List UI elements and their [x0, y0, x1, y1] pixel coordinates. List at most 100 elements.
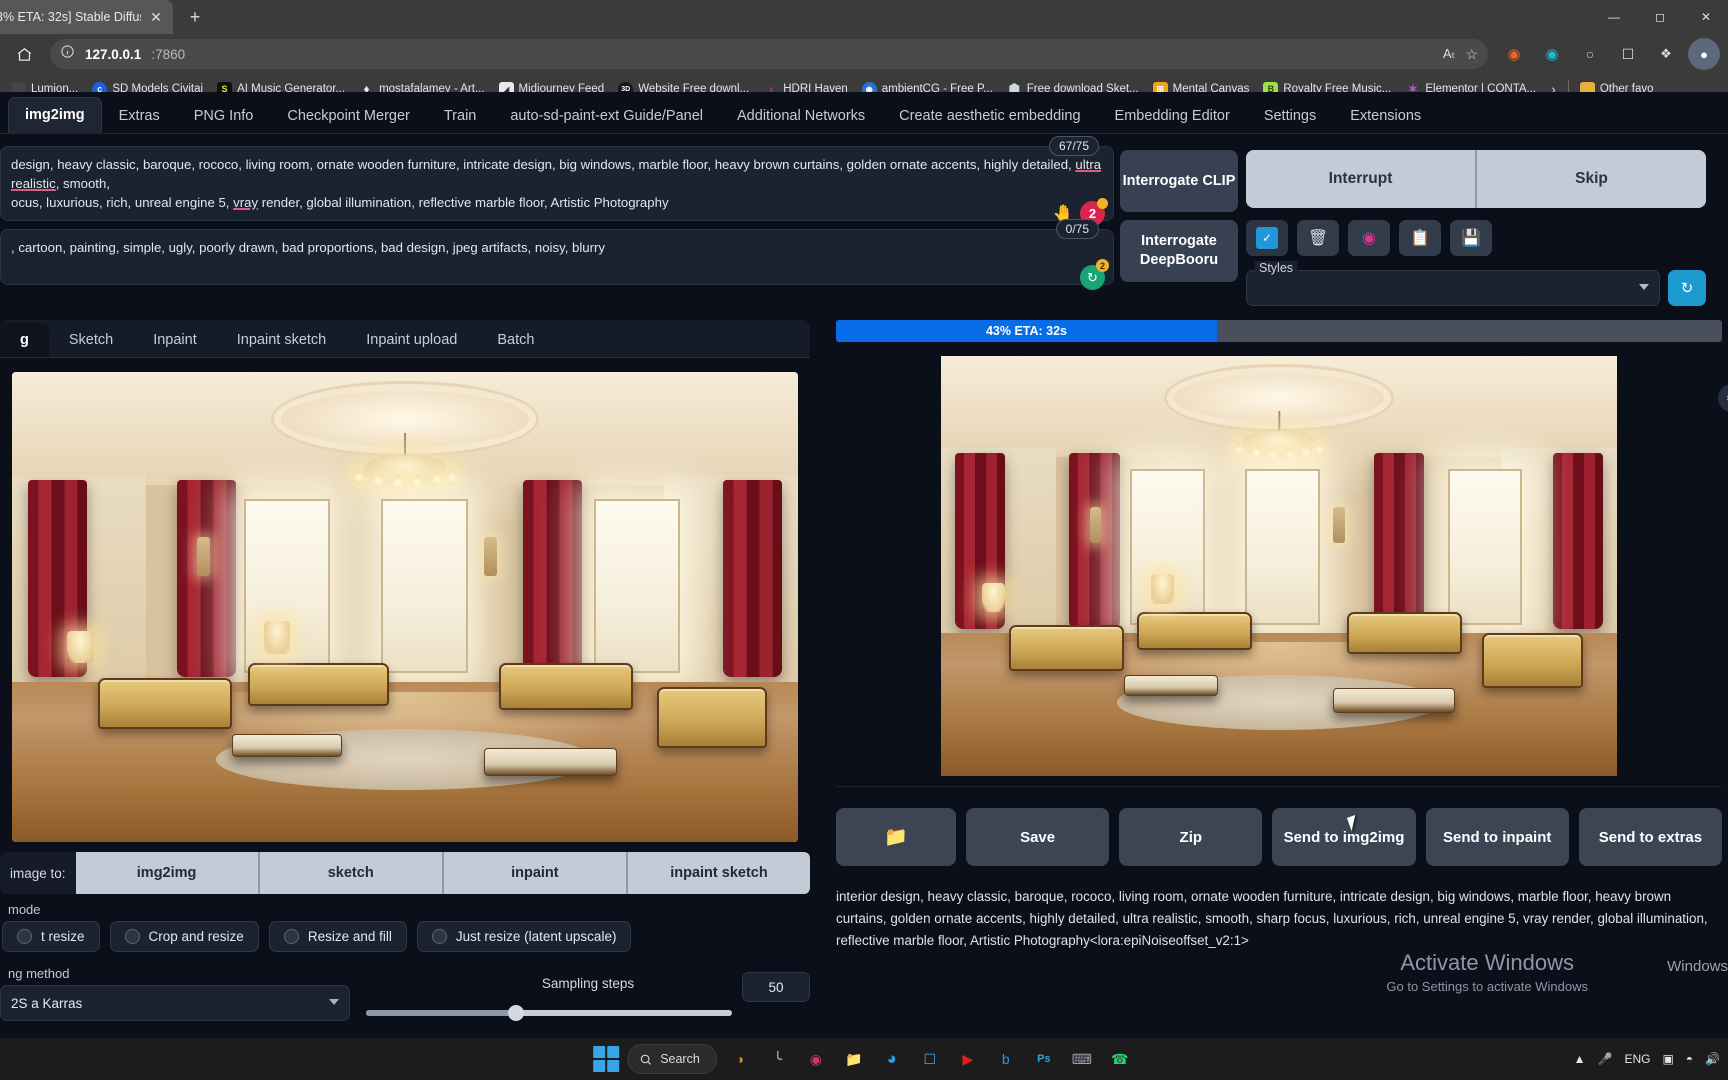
- negative-prompt-box[interactable]: , cartoon, painting, simple, ugly, poorl…: [0, 219, 1114, 290]
- negative-prompt-text[interactable]: , cartoon, painting, simple, ugly, poorl…: [11, 238, 1103, 257]
- subtab-inpaint-upload[interactable]: Inpaint upload: [346, 323, 477, 357]
- info-circle-icon[interactable]: [60, 44, 75, 64]
- extension-teal-icon[interactable]: ◉: [1536, 38, 1568, 70]
- subtab-img2img[interactable]: g: [0, 323, 49, 357]
- file-explorer-icon[interactable]: 📁: [839, 1044, 869, 1074]
- sampling-method-column: ng method 2S a Karras: [0, 958, 350, 1021]
- star-plus-icon[interactable]: ☆: [1465, 46, 1478, 63]
- tab-embedding-editor[interactable]: Embedding Editor: [1098, 98, 1247, 133]
- extension-ring-icon[interactable]: ○: [1574, 38, 1606, 70]
- tab-auto-sd-paint-ext[interactable]: auto-sd-paint-ext Guide/Panel: [493, 98, 720, 133]
- clipboard-icon[interactable]: 📋: [1399, 220, 1441, 256]
- skip-button[interactable]: Skip: [1475, 150, 1706, 208]
- subtab-sketch[interactable]: Sketch: [49, 323, 133, 357]
- send-to-extras-result-button[interactable]: Send to extras: [1578, 808, 1723, 866]
- windows-start-icon[interactable]: [593, 1046, 620, 1072]
- tab-img2img[interactable]: img2img: [8, 97, 102, 133]
- tab-extras[interactable]: Extras: [102, 98, 177, 133]
- network-icon[interactable]: ◓: [1686, 1052, 1693, 1066]
- radio-just-resize-latent[interactable]: Just resize (latent upscale): [416, 921, 632, 952]
- bing-copilot-icon[interactable]: b: [991, 1044, 1021, 1074]
- minimize-window-button[interactable]: —: [1592, 0, 1636, 34]
- refresh-icon[interactable]: ↻: [1668, 270, 1706, 306]
- photoshop-icon[interactable]: Ps: [1029, 1044, 1059, 1074]
- gallery-divider: [836, 786, 1722, 800]
- whatsapp-icon[interactable]: ☎: [1105, 1044, 1135, 1074]
- slider-handle[interactable]: [508, 1005, 525, 1021]
- paint-brush-icon[interactable]: ✓: [1246, 220, 1288, 256]
- sampling-steps-label: Sampling steps: [541, 976, 635, 991]
- recycle-icon[interactable]: ↻: [1080, 259, 1109, 290]
- obs-icon[interactable]: ◉: [801, 1044, 831, 1074]
- search-icon: [640, 1054, 651, 1065]
- save-button[interactable]: Save: [966, 808, 1110, 866]
- edge-icon[interactable]: ◕: [877, 1044, 907, 1074]
- close-icon[interactable]: ✕: [147, 8, 165, 26]
- volume-icon[interactable]: 🔊: [1705, 1052, 1720, 1066]
- send-to-sketch-button[interactable]: sketch: [259, 852, 444, 894]
- interrupt-button[interactable]: Interrupt: [1246, 150, 1475, 208]
- sampling-steps-slider[interactable]: [366, 1005, 810, 1021]
- lumion-taskbar-icon[interactable]: ◑: [725, 1044, 755, 1074]
- tab-create-aesthetic-embedding[interactable]: Create aesthetic embedding: [882, 98, 1097, 133]
- url-port: :7860: [151, 46, 186, 62]
- remove-image-icon[interactable]: ✕: [771, 380, 790, 399]
- chevron-up-icon[interactable]: ▲: [1574, 1052, 1586, 1066]
- new-tab-button[interactable]: +: [181, 3, 209, 31]
- radio-dot-icon: [17, 929, 32, 944]
- tab-png-info[interactable]: PNG Info: [177, 98, 271, 133]
- url-bar[interactable]: 127.0.0.1 :7860 Aₜ ☆: [50, 39, 1488, 69]
- positive-prompt-box[interactable]: design, heavy classic, baroque, rococo, …: [0, 136, 1114, 226]
- send-to-img2img-result-button[interactable]: Send to img2img: [1272, 808, 1416, 866]
- store-icon[interactable]: ☐: [915, 1044, 945, 1074]
- send-to-inpaint-result-button[interactable]: Send to inpaint: [1425, 808, 1569, 866]
- subtab-inpaint[interactable]: Inpaint: [133, 323, 217, 357]
- taskview-icon[interactable]: ╰: [763, 1044, 793, 1074]
- save-style-icon[interactable]: 💾: [1450, 220, 1492, 256]
- prompt-region: design, heavy classic, baroque, rococo, …: [0, 134, 1728, 306]
- radio-resize-and-fill[interactable]: Resize and fill: [268, 921, 407, 952]
- tab-extensions[interactable]: Extensions: [1333, 98, 1438, 133]
- positive-prompt-text[interactable]: design, heavy classic, baroque, rococo, …: [11, 155, 1103, 212]
- trash-icon[interactable]: 🗑: [1297, 220, 1339, 256]
- profile-avatar-icon[interactable]: ●: [1688, 38, 1720, 70]
- source-image-canvas[interactable]: ✎ ✕: [12, 372, 798, 842]
- result-gallery: ⚙: [836, 356, 1728, 776]
- send-to-img2img-button[interactable]: img2img: [75, 852, 260, 894]
- youtube-icon[interactable]: ▶: [953, 1044, 983, 1074]
- home-icon[interactable]: [8, 38, 40, 70]
- send-to-inpaint-button[interactable]: inpaint: [443, 852, 628, 894]
- sampling-method-select[interactable]: 2S a Karras: [0, 985, 350, 1021]
- subtab-batch[interactable]: Batch: [477, 323, 554, 357]
- tab-settings[interactable]: Settings: [1247, 98, 1333, 133]
- browser-tab-active[interactable]: 3% ETA: 32s] Stable Diffusion ✕: [0, 0, 173, 34]
- tab-additional-networks[interactable]: Additional Networks: [720, 98, 882, 133]
- tab-train[interactable]: Train: [427, 98, 494, 133]
- interrogate-deepbooru-button[interactable]: Interrogate DeepBooru: [1120, 220, 1238, 282]
- zip-button[interactable]: Zip: [1119, 808, 1263, 866]
- settings-gear-icon[interactable]: ⚙: [1718, 384, 1728, 412]
- magic-wand-icon[interactable]: ◉: [1348, 220, 1390, 256]
- radio-crop-and-resize[interactable]: Crop and resize: [109, 921, 259, 952]
- search-input[interactable]: Search: [627, 1044, 717, 1074]
- read-aloud-icon[interactable]: Aₜ: [1443, 46, 1456, 62]
- browser-essentials-icon[interactable]: ❖: [1650, 38, 1682, 70]
- terminal-icon[interactable]: ⌨: [1067, 1044, 1097, 1074]
- tab-checkpoint-merger[interactable]: Checkpoint Merger: [270, 98, 427, 133]
- microphone-icon[interactable]: 🎤: [1597, 1052, 1612, 1066]
- interrogate-clip-button[interactable]: Interrogate CLIP: [1120, 150, 1238, 212]
- styles-dropdown[interactable]: Styles: [1246, 261, 1660, 306]
- close-window-button[interactable]: ✕: [1684, 0, 1728, 34]
- collections-icon[interactable]: ☐: [1612, 38, 1644, 70]
- maximize-window-button[interactable]: ◻: [1638, 0, 1682, 34]
- result-image[interactable]: [941, 356, 1617, 776]
- subtab-inpaint-sketch[interactable]: Inpaint sketch: [217, 323, 346, 357]
- battery-icon[interactable]: ▣: [1662, 1052, 1673, 1066]
- language-indicator[interactable]: ENG: [1624, 1052, 1650, 1066]
- send-to-inpaint-sketch-button[interactable]: inpaint sketch: [627, 852, 810, 894]
- folder-open-icon[interactable]: 📁: [836, 808, 956, 866]
- edit-pencil-icon[interactable]: ✎: [744, 380, 763, 399]
- sampling-steps-value[interactable]: 50: [742, 972, 810, 1002]
- radio-just-resize[interactable]: t resize: [2, 921, 100, 952]
- extension-orange-icon[interactable]: ◉: [1498, 38, 1530, 70]
